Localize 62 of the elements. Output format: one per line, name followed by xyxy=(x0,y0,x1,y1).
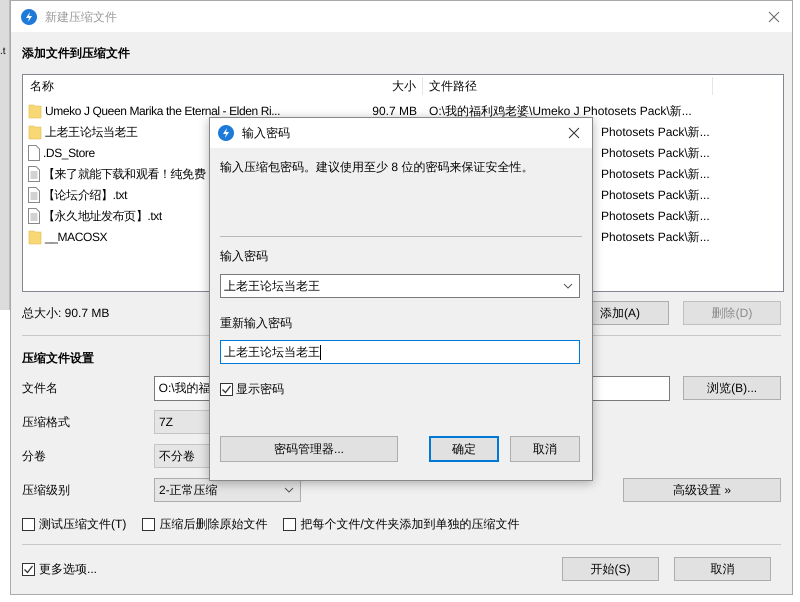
file-path: Photosets Pack\新... xyxy=(601,208,710,224)
confirm-password-field[interactable]: 上老王论坛当老王 xyxy=(220,340,580,364)
column-header[interactable]: 大小 xyxy=(353,77,423,95)
file-name[interactable]: 上老王论坛当老王 xyxy=(45,122,138,140)
file-name[interactable]: 【论坛介绍】.txt xyxy=(43,186,128,204)
column-header[interactable]: 名称 xyxy=(23,77,353,95)
total-size: 总大小: 90.7 MB xyxy=(22,305,110,322)
file-path: Photosets Pack\新... xyxy=(601,186,710,204)
close-icon[interactable] xyxy=(568,127,580,139)
file-path: Photosets Pack\新... xyxy=(601,228,710,246)
dialog-hint: 输入压缩包密码。建议使用至少 8 位的密码来保证安全性。 xyxy=(220,159,534,176)
checkbox-label[interactable]: 测试压缩文件(T) xyxy=(39,515,126,533)
dialog-title: 输入密码 xyxy=(242,125,290,142)
checkbox-label[interactable]: 压缩后删除原始文件 xyxy=(159,515,268,533)
folder-icon xyxy=(28,124,42,140)
window-title: 新建压缩文件 xyxy=(45,8,117,26)
checkbox-label[interactable]: 显示密码 xyxy=(236,380,284,398)
footer-button[interactable]: 开始(S) xyxy=(562,557,659,581)
file-name[interactable]: 【来了就能下载和观看！纯免费 xyxy=(43,164,206,182)
dropdown[interactable]: 2-正常压缩 xyxy=(154,478,301,502)
field-label: 重新输入密码 xyxy=(220,315,293,332)
file-name[interactable]: Umeko J Queen Marika the Eternal - Elden Ri... xyxy=(45,102,280,120)
checkbox-label[interactable]: 把每个文件/文件夹添加到单独的压缩文件 xyxy=(300,515,520,533)
section-heading: 添加文件到压缩文件 xyxy=(22,45,130,62)
footer-button[interactable]: 取消 xyxy=(674,557,771,581)
app-icon xyxy=(21,8,37,24)
file-path: O:\我的福利鸡老婆\Umeko J Photosets Pack\新... xyxy=(429,102,692,120)
checkbox[interactable] xyxy=(142,518,156,530)
checkbox[interactable] xyxy=(283,518,296,530)
field-label: 分卷 xyxy=(22,448,47,465)
password-combobox[interactable]: 上老王论坛当老王 xyxy=(220,274,580,298)
field-label: 压缩格式 xyxy=(22,414,71,431)
file-name[interactable]: .DS_Store xyxy=(43,144,95,162)
password-manager-button[interactable]: 密码管理器... xyxy=(220,436,398,462)
checkbox-label[interactable]: 更多选项... xyxy=(39,560,98,578)
browse-button[interactable]: 浏览(B)... xyxy=(683,376,781,400)
field-label: 输入密码 xyxy=(220,248,269,265)
background-window-text: .t xyxy=(0,45,7,59)
column-header[interactable]: 文件路径 xyxy=(423,77,713,95)
dialog-button[interactable]: 取消 xyxy=(510,436,580,462)
file-name[interactable]: __MACOSX xyxy=(45,228,108,246)
text-file-icon xyxy=(28,166,40,182)
folder-icon xyxy=(28,228,42,244)
section-heading: 压缩文件设置 xyxy=(22,350,94,367)
file-path: Photosets Pack\新... xyxy=(601,144,710,162)
app-icon xyxy=(218,125,234,141)
field-label: 文件名 xyxy=(22,380,59,397)
checkbox[interactable] xyxy=(22,562,35,576)
file-icon xyxy=(28,144,40,160)
field-label: 压缩级别 xyxy=(22,482,71,499)
file-path: Photosets Pack\新... xyxy=(601,166,710,182)
file-name[interactable]: 【永久地址发布页】.txt xyxy=(43,206,162,224)
checkbox[interactable] xyxy=(220,382,233,396)
folder-icon xyxy=(28,102,42,118)
checkbox[interactable] xyxy=(22,518,35,530)
advanced-settings-button[interactable]: 高级设置 » xyxy=(623,478,781,502)
file-size: 90.7 MB xyxy=(372,104,417,118)
close-icon[interactable] xyxy=(768,10,780,22)
text-file-icon xyxy=(28,186,40,202)
file-path: Photosets Pack\新... xyxy=(601,124,710,140)
dialog-button[interactable]: 确定 xyxy=(429,436,499,462)
text-file-icon xyxy=(28,208,40,224)
